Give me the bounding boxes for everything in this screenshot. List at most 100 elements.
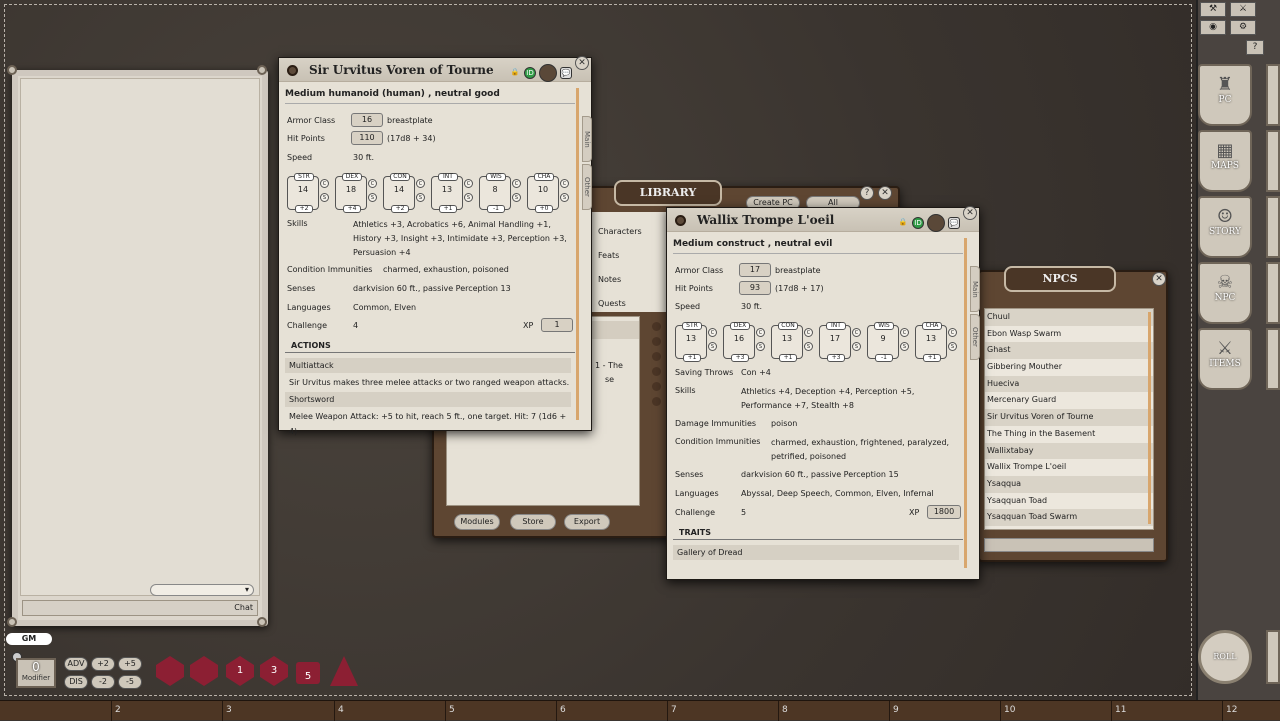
- sidebar-item-extra[interactable]: [1266, 64, 1280, 126]
- combat-icon[interactable]: ⚔: [1230, 2, 1256, 17]
- mask-icon[interactable]: ◉: [1200, 20, 1226, 35]
- list-item[interactable]: The Thing in the Basement: [985, 426, 1153, 443]
- list-item[interactable]: Gibbering Mouther: [985, 359, 1153, 376]
- chat-bubble-icon[interactable]: 💬: [560, 67, 572, 79]
- dis-button[interactable]: DIS: [64, 675, 88, 689]
- save-roll-icon[interactable]: S: [512, 193, 521, 202]
- check-roll-icon[interactable]: C: [948, 328, 957, 337]
- npc-filter-field[interactable]: [984, 538, 1154, 552]
- list-item[interactable]: Chuul: [985, 309, 1153, 326]
- hit-points-field[interactable]: 110: [351, 131, 383, 145]
- list-item[interactable]: Ysaqquan Toad: [985, 493, 1153, 510]
- plus2-button[interactable]: +2: [91, 657, 115, 671]
- check-roll-icon[interactable]: C: [368, 179, 377, 188]
- check-roll-icon[interactable]: C: [900, 328, 909, 337]
- ability-score[interactable]: 13: [916, 334, 946, 343]
- armor-class-field[interactable]: 17: [739, 263, 771, 277]
- list-item[interactable]: Hueciva: [985, 375, 1153, 393]
- adv-button[interactable]: ADV: [64, 657, 88, 671]
- portrait-icon[interactable]: [539, 64, 557, 82]
- ability-str[interactable]: STR 14 +2 C S: [287, 173, 329, 213]
- ability-dex[interactable]: DEX 18 +4 C S: [335, 173, 377, 213]
- link-icon[interactable]: [287, 65, 298, 76]
- id-icon[interactable]: ID: [912, 217, 924, 229]
- list-item[interactable]: Sir Urvitus Voren of Tourne: [985, 409, 1153, 426]
- save-roll-icon[interactable]: S: [756, 342, 765, 351]
- tools-icon[interactable]: ⚒: [1200, 2, 1226, 17]
- help-icon[interactable]: ?: [860, 186, 874, 200]
- save-roll-icon[interactable]: S: [804, 342, 813, 351]
- check-roll-icon[interactable]: C: [416, 179, 425, 188]
- sidebar-item-extra[interactable]: [1266, 196, 1280, 258]
- ability-int[interactable]: INT 13 +1 C S: [431, 173, 473, 213]
- chat-log[interactable]: [20, 78, 260, 596]
- chat-bubble-icon[interactable]: 💬: [948, 217, 960, 229]
- ability-cha[interactable]: CHA 13 +1 C S: [915, 322, 957, 362]
- save-roll-icon[interactable]: S: [320, 193, 329, 202]
- tab-main[interactable]: Main: [970, 266, 980, 312]
- check-roll-icon[interactable]: C: [756, 328, 765, 337]
- list-item[interactable]: Ysaqquan Toad Swarm: [985, 509, 1153, 526]
- export-button[interactable]: Export: [564, 514, 610, 530]
- sidebar-item-extra[interactable]: [1266, 630, 1280, 684]
- id-icon[interactable]: ID: [524, 67, 536, 79]
- save-roll-icon[interactable]: S: [708, 342, 717, 351]
- save-roll-icon[interactable]: S: [416, 193, 425, 202]
- list-item[interactable]: Wallix Trompe L'oeil: [985, 459, 1153, 476]
- ability-score[interactable]: 9: [868, 334, 898, 343]
- chat-identity-select[interactable]: ▾: [150, 584, 254, 596]
- plus5-button[interactable]: +5: [118, 657, 142, 671]
- library-item[interactable]: Quests: [592, 284, 666, 308]
- hit-points-field[interactable]: 93: [739, 281, 771, 295]
- save-roll-icon[interactable]: S: [852, 342, 861, 351]
- ability-con[interactable]: CON 13 +1 C S: [771, 322, 813, 362]
- sidebar-item-story[interactable]: ☺ STORY: [1198, 196, 1252, 258]
- sidebar-item-extra[interactable]: [1266, 130, 1280, 192]
- d12-die-icon[interactable]: 5: [296, 662, 320, 684]
- list-item[interactable]: Ghast: [985, 342, 1153, 360]
- save-roll-icon[interactable]: S: [464, 193, 473, 202]
- list-item[interactable]: Mercenary Guard: [985, 392, 1153, 409]
- list-item[interactable]: Ebon Wasp Swarm: [985, 326, 1153, 343]
- close-icon[interactable]: ✕: [1152, 272, 1166, 286]
- ability-score[interactable]: 14: [288, 185, 318, 194]
- sheet-scrollbar[interactable]: [964, 238, 967, 568]
- check-roll-icon[interactable]: C: [512, 179, 521, 188]
- check-roll-icon[interactable]: C: [708, 328, 717, 337]
- ability-score[interactable]: 10: [528, 185, 558, 194]
- save-roll-icon[interactable]: S: [948, 342, 957, 351]
- ability-wis[interactable]: WIS 9 -1 C S: [867, 322, 909, 362]
- armor-class-field[interactable]: 16: [351, 113, 383, 127]
- chat-input[interactable]: Chat: [22, 600, 258, 616]
- tab-other[interactable]: Other: [970, 314, 980, 360]
- ability-cha[interactable]: CHA 10 +0 C S: [527, 173, 569, 213]
- action-name[interactable]: Shortsword: [285, 392, 571, 407]
- roll-button[interactable]: ROLL: [1198, 630, 1252, 684]
- close-icon[interactable]: ✕: [878, 186, 892, 200]
- ability-str[interactable]: STR 13 +1 C S: [675, 322, 717, 362]
- trait-name[interactable]: Gallery of Dread: [673, 545, 959, 560]
- tab-other[interactable]: Other: [582, 164, 592, 210]
- check-roll-icon[interactable]: C: [560, 179, 569, 188]
- lock-icon[interactable]: 🔒: [509, 67, 521, 79]
- gear-icon[interactable]: ⚙: [1230, 20, 1256, 35]
- close-icon[interactable]: ✕: [963, 206, 977, 220]
- ability-score[interactable]: 8: [480, 185, 510, 194]
- ability-wis[interactable]: WIS 8 -1 C S: [479, 173, 521, 213]
- modules-button[interactable]: Modules: [454, 514, 500, 530]
- ability-int[interactable]: INT 17 +3 C S: [819, 322, 861, 362]
- ability-score[interactable]: 14: [384, 185, 414, 194]
- save-roll-icon[interactable]: S: [560, 193, 569, 202]
- minus5-button[interactable]: -5: [118, 675, 142, 689]
- ability-dex[interactable]: DEX 16 +3 C S: [723, 322, 765, 362]
- sidebar-item-extra[interactable]: [1266, 328, 1280, 390]
- sidebar-item-npc[interactable]: ☠ NPC: [1198, 262, 1252, 324]
- library-item[interactable]: Characters: [592, 212, 666, 236]
- sidebar-item-pc[interactable]: ♜ PC: [1198, 64, 1252, 126]
- ability-score[interactable]: 13: [676, 334, 706, 343]
- sidebar-item-maps[interactable]: ▦ MAPS: [1198, 130, 1252, 192]
- check-roll-icon[interactable]: C: [804, 328, 813, 337]
- link-icon[interactable]: [675, 215, 686, 226]
- close-icon[interactable]: ✕: [575, 56, 589, 70]
- save-roll-icon[interactable]: S: [900, 342, 909, 351]
